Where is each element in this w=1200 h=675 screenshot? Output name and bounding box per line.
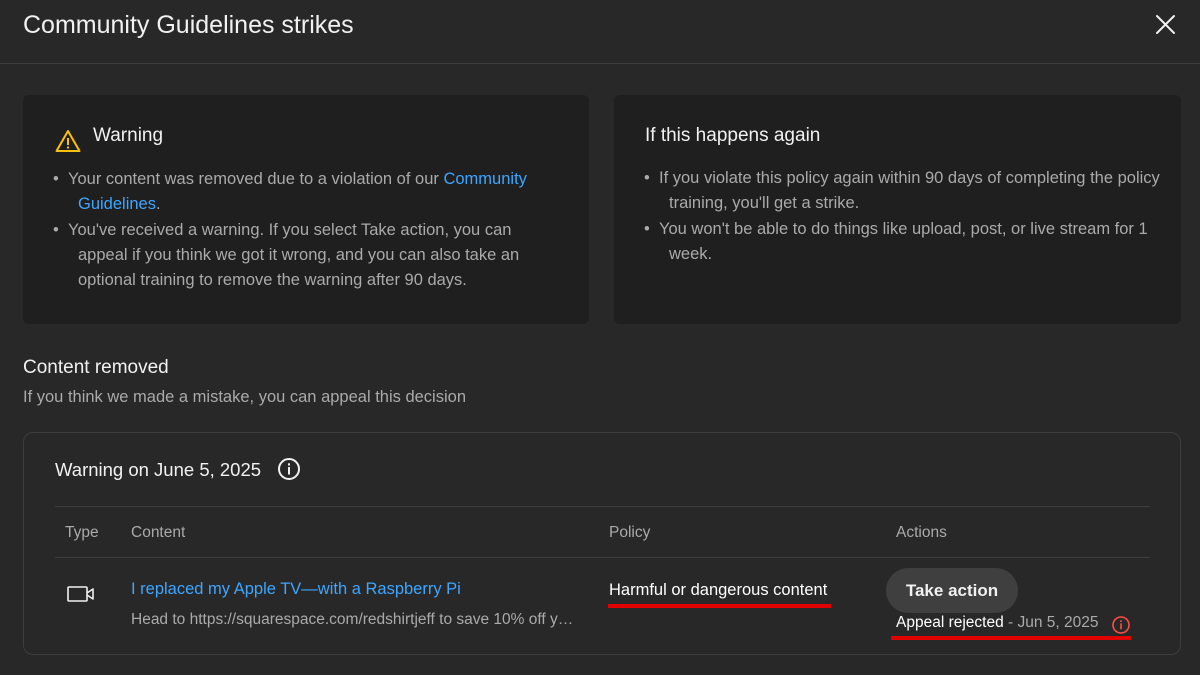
dialog-title: Community Guidelines strikes: [23, 11, 354, 39]
warning-heading: Warning: [93, 125, 164, 146]
video-icon: [67, 586, 94, 602]
again-bullet-1: If you violate this policy again within …: [644, 166, 1164, 217]
warning-triangle-icon: [55, 130, 81, 152]
close-icon: [1156, 15, 1175, 34]
policy-name: Harmful or dangerous content: [609, 581, 828, 599]
column-header-content: Content: [131, 524, 186, 541]
close-button[interactable]: [1150, 10, 1180, 40]
appeal-highlight-underline: [891, 636, 1131, 640]
warning-bullet-2: You've received a warning. If you select…: [53, 218, 558, 294]
column-header-actions: Actions: [896, 524, 947, 541]
again-bullet-2: You won't be able to do things like uplo…: [644, 217, 1164, 268]
if-happens-again-bullets: If you violate this policy again within …: [644, 166, 1164, 267]
column-header-type: Type: [65, 524, 99, 541]
content-removed-subtitle: If you think we made a mistake, you can …: [23, 388, 466, 406]
appeal-info-icon[interactable]: [1111, 615, 1131, 635]
take-action-button[interactable]: Take action: [886, 568, 1018, 613]
warning-date-heading: Warning on June 5, 2025: [55, 459, 262, 480]
column-header-policy: Policy: [609, 524, 651, 541]
video-title-link[interactable]: I replaced my Apple TV—with a Raspberry …: [131, 580, 461, 599]
strikes-dialog: Community Guidelines strikes Warning You…: [0, 0, 1200, 675]
warning-panel: Warning on June 5, 2025 Type Content Pol…: [23, 432, 1181, 655]
if-happens-again-heading: If this happens again: [645, 125, 821, 146]
warning-bullets: Your content was removed due to a violat…: [53, 167, 558, 293]
warning-card: Warning Your content was removed due to …: [23, 95, 589, 324]
dialog-header: Community Guidelines strikes: [0, 0, 1200, 64]
appeal-status-label: Appeal rejected: [896, 614, 1004, 631]
warning-bullet-1: Your content was removed due to a violat…: [53, 167, 558, 218]
warning-bullet-1-text: Your content was removed due to a violat…: [68, 170, 444, 188]
table-row: I replaced my Apple TV—with a Raspberry …: [55, 559, 1150, 654]
info-icon[interactable]: [277, 457, 301, 481]
warning-bullet-1-suffix: .: [155, 195, 161, 214]
policy-highlight-underline: [608, 604, 831, 608]
appeal-status: Appeal rejected - Jun 5, 2025: [896, 614, 1099, 632]
if-happens-again-card: If this happens again If you violate thi…: [614, 95, 1181, 324]
content-removed-title: Content removed: [23, 357, 169, 378]
table-header: Type Content Policy Actions: [55, 506, 1150, 558]
appeal-status-date: - Jun 5, 2025: [1003, 614, 1099, 631]
video-description: Head to https://squarespace.com/redshirt…: [131, 611, 576, 628]
